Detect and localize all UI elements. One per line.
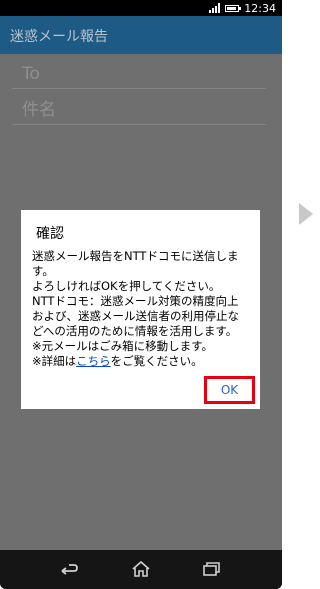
dialog-line: NTTドコモ：迷惑メール対策の精度向上 [32,294,239,308]
dialog-body: 迷惑メール報告をNTTドコモに送信しま す。 よろしければOKを押してください。… [32,249,258,369]
dialog-line: 迷惑メール報告をNTTドコモに送信しま [32,249,239,263]
signal-icon [209,3,221,13]
detail-prefix: ※詳細は [32,354,77,368]
dialog-line: どへの活用のために情報を活用します。 [32,324,238,338]
screen: 12:34 迷惑メール報告 To 件名 確認 迷惑メール報告をNTTドコモに送信… [0,0,282,550]
status-bar: 12:34 [0,0,282,16]
recent-apps-icon [203,562,220,576]
dialog-title: 確認 [36,226,64,242]
detail-suffix: をご覧ください。 [110,354,203,368]
to-label: To [22,64,40,84]
dialog-line: ※元メールはごみ箱に移動します。 [32,339,213,353]
confirm-dialog: 確認 迷惑メール報告をNTTドコモに送信しま す。 よろしければOKを押してくだ… [21,210,260,409]
app-title: 迷惑メール報告 [10,29,108,45]
navigation-bar [0,550,282,589]
back-button[interactable] [57,559,81,579]
subject-field[interactable]: 件名 [12,94,266,125]
back-icon [61,564,78,575]
to-field[interactable]: To [12,58,266,89]
subject-label: 件名 [22,100,56,120]
app-bar: 迷惑メール報告 [0,16,282,54]
next-step-arrow-icon [299,203,313,225]
clock: 12:34 [244,1,276,15]
battery-icon [225,4,242,12]
recent-apps-button[interactable] [199,559,223,579]
dialog-line: および、迷惑メール送信者の利用停止な [32,309,239,323]
dialog-line: す。 [32,264,54,278]
home-button[interactable] [129,559,153,579]
ok-button[interactable]: OK [204,376,255,404]
dialog-detail-line: ※詳細はこちらをご覧ください。 [32,354,258,369]
home-icon [132,560,150,577]
status-icons: 12:34 [209,1,276,15]
details-link[interactable]: こちら [76,354,111,368]
phone-frame: 12:34 迷惑メール報告 To 件名 確認 迷惑メール報告をNTTドコモに送信… [0,0,282,589]
dialog-line: よろしければOKを押してください。 [32,279,221,293]
